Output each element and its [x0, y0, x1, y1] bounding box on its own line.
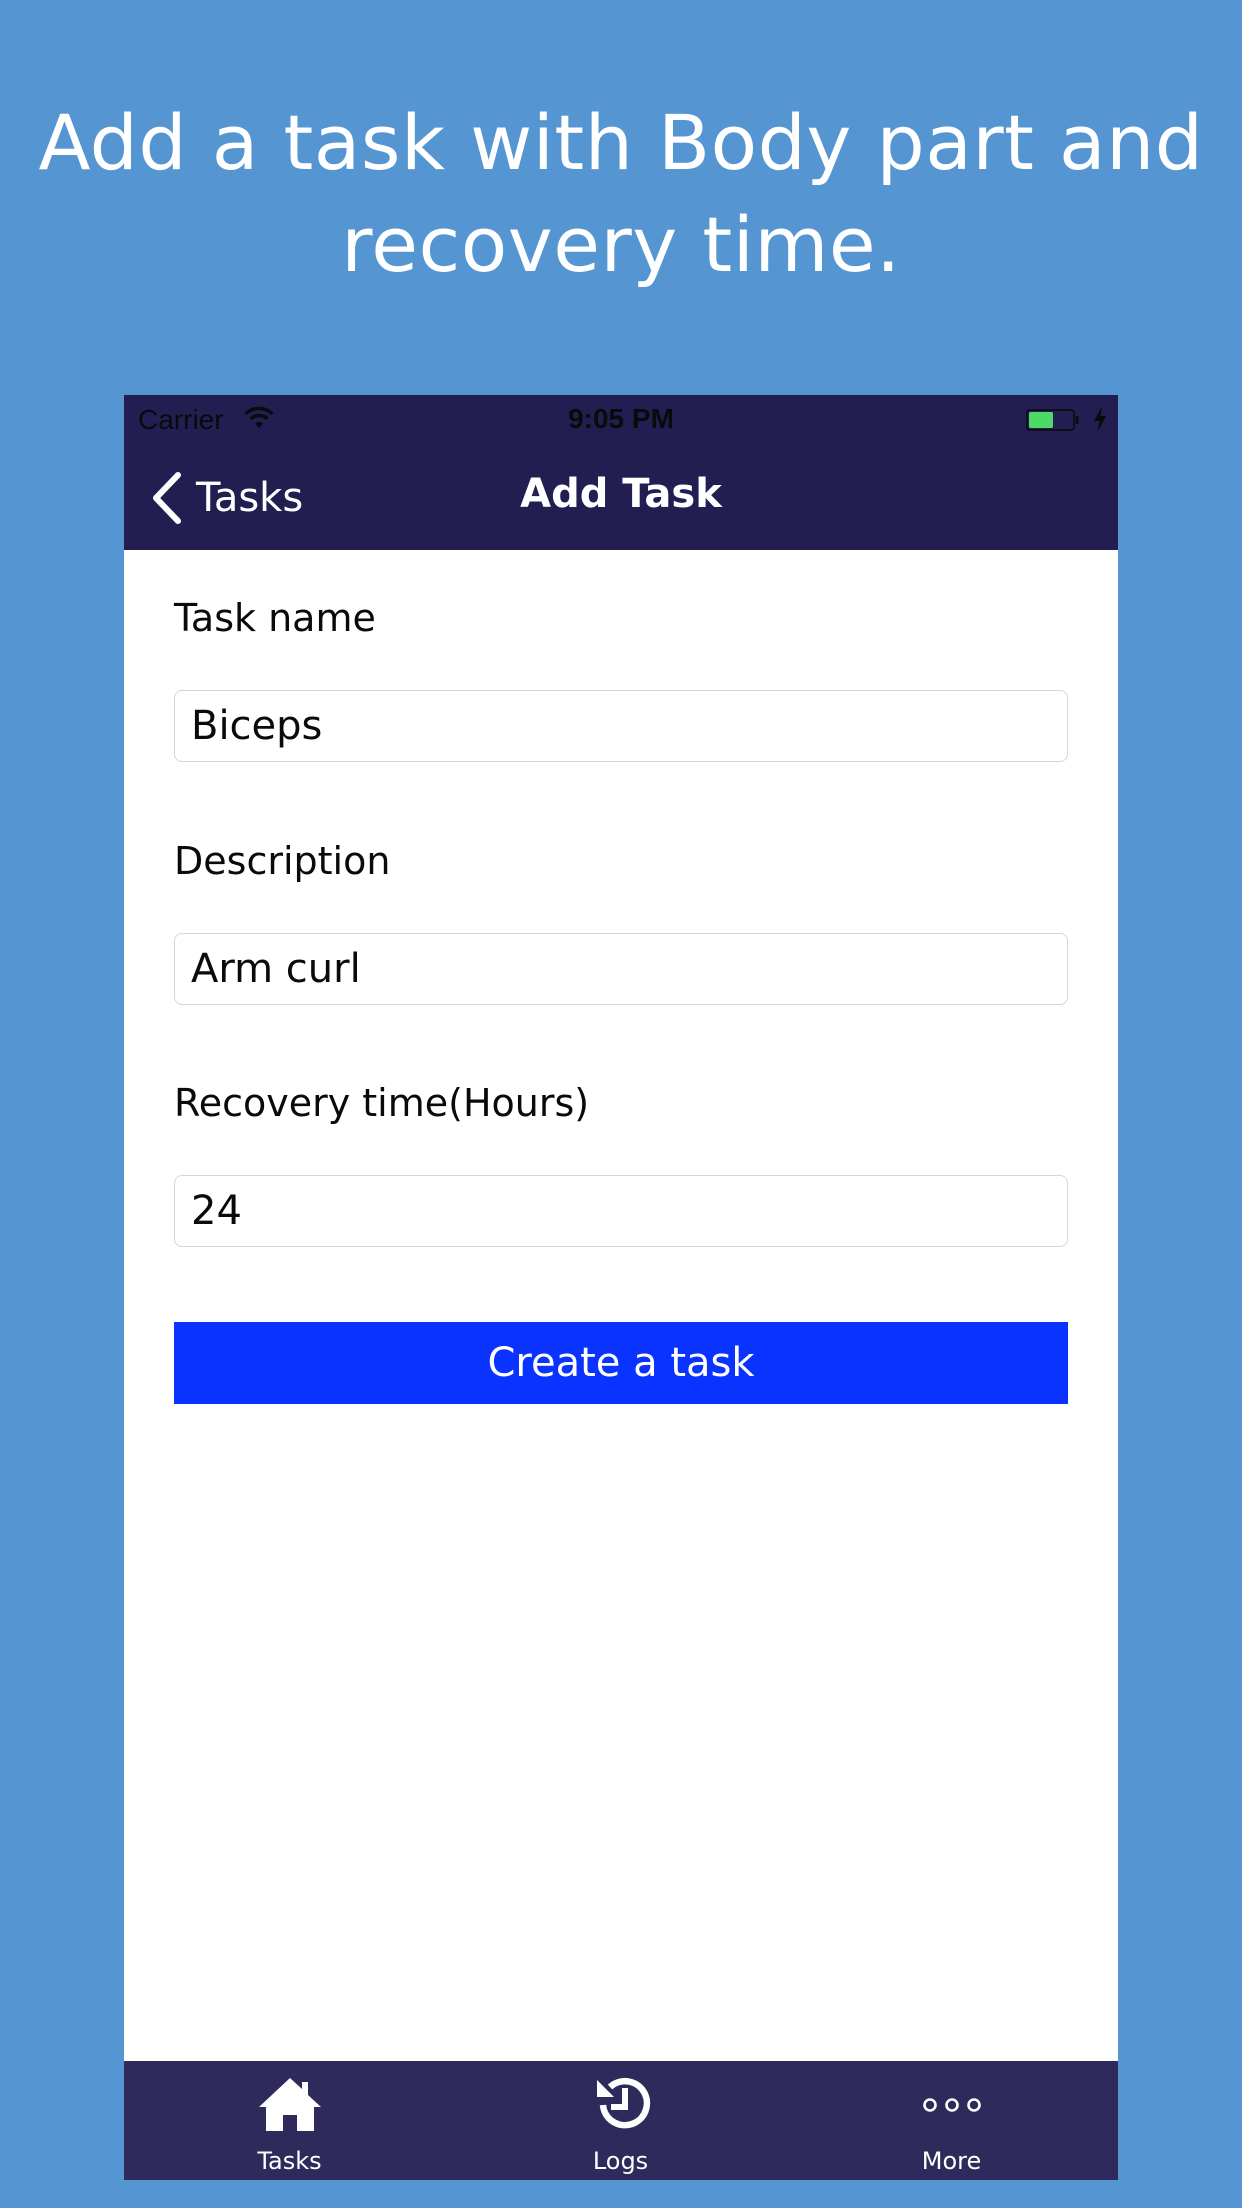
task-name-input[interactable]: Biceps [174, 690, 1068, 762]
tab-bar: Tasks Logs More [124, 2061, 1118, 2180]
promo-caption: Add a task with Body part and recovery t… [0, 92, 1242, 296]
tab-tasks-label: Tasks [257, 2147, 322, 2175]
description-label: Description [174, 839, 391, 883]
task-name-label: Task name [174, 596, 376, 640]
battery-icon [1026, 409, 1079, 431]
home-icon [258, 2078, 321, 2131]
more-dots-icon [922, 2098, 981, 2112]
tab-logs-label: Logs [592, 2147, 649, 2175]
caption-line-1: Add a task with Body part and [38, 98, 1204, 187]
tab-tasks[interactable]: Tasks [124, 2061, 455, 2180]
charging-bolt-icon [1094, 406, 1106, 432]
recovery-time-input[interactable]: 24 [174, 1175, 1068, 1247]
history-icon [596, 2077, 650, 2129]
description-input[interactable]: Arm curl [174, 933, 1068, 1005]
tab-logs[interactable]: Logs [455, 2061, 786, 2180]
page-title: Add Task [520, 471, 722, 517]
status-time: 9:05 PM [568, 403, 674, 434]
recovery-time-label: Recovery time(Hours) [174, 1081, 590, 1125]
phone-screen: Carrier 9:05 PM Tasks Add Task Task name… [124, 395, 1118, 2180]
navigation-bar: Tasks Add Task [124, 445, 1118, 550]
create-task-button[interactable]: Create a task [174, 1322, 1068, 1404]
caption-line-2: recovery time. [341, 200, 901, 289]
status-bar: Carrier 9:05 PM [124, 395, 1118, 445]
tab-more[interactable]: More [786, 2061, 1117, 2180]
tab-more-label: More [921, 2147, 982, 2175]
